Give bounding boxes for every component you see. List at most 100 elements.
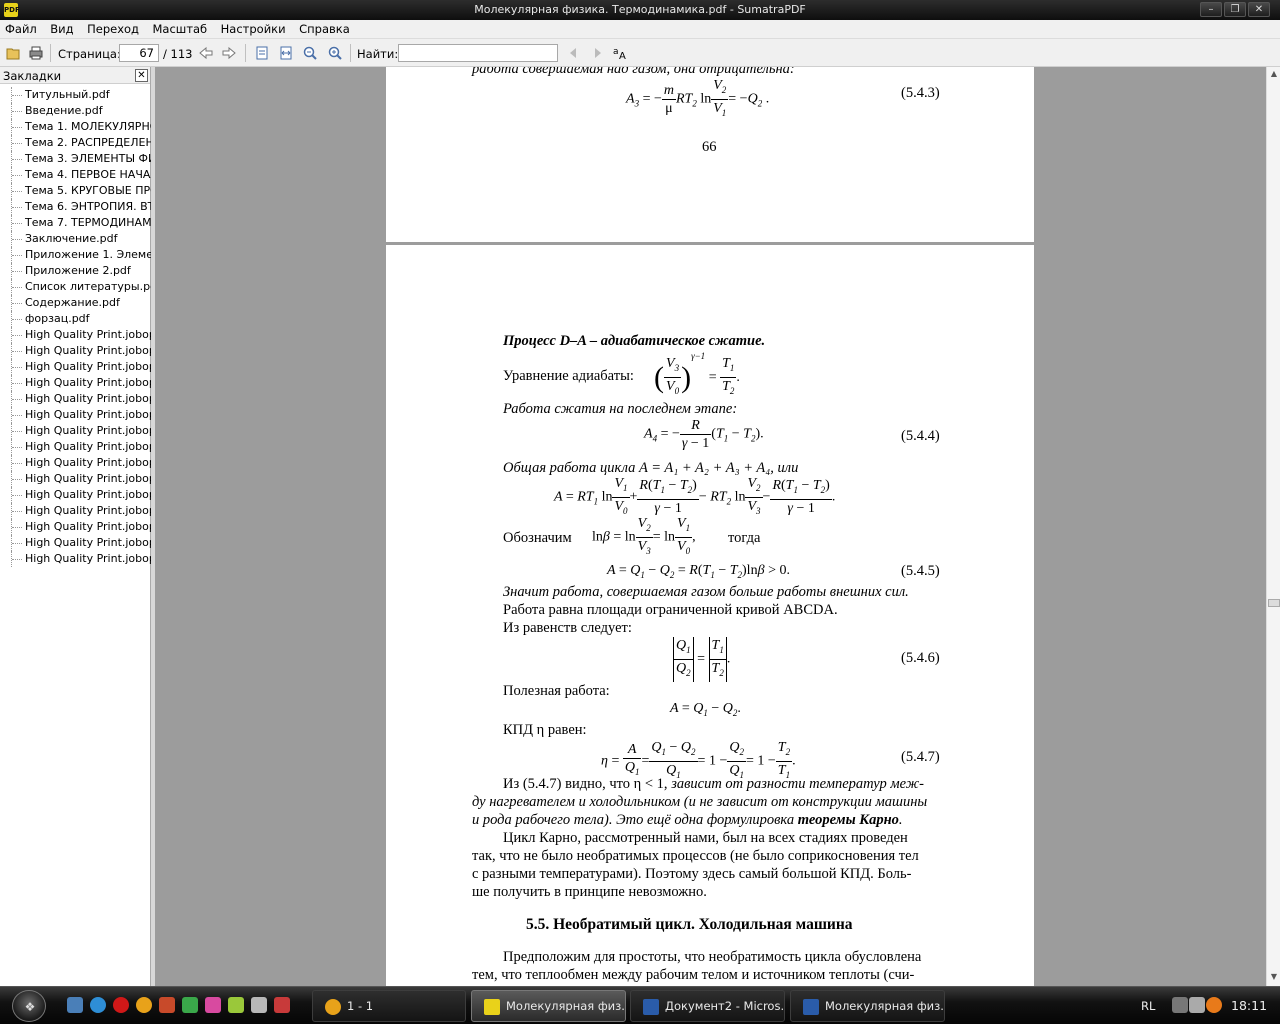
carnot-line-2: так, что не было необратимых процессов (… (472, 848, 919, 864)
bookmark-item[interactable]: High Quality Print.jobop (0, 503, 151, 519)
app-quicklaunch-icon[interactable] (159, 997, 175, 1013)
zoom-in-icon[interactable] (327, 45, 343, 61)
bookmark-item[interactable]: High Quality Print.jobop (0, 407, 151, 423)
utility-icon[interactable] (251, 997, 267, 1013)
sidebar-title: Закладки (3, 69, 62, 83)
bookmark-item[interactable]: High Quality Print.jobop (0, 487, 151, 503)
formula-useful: A = Q1 − Q2. (670, 701, 741, 718)
heading-process-da: Процесс D–A – адиабатическое сжатие. (503, 333, 766, 349)
open-file-icon[interactable] (5, 45, 21, 61)
scroll-down-icon[interactable]: ▼ (1268, 970, 1280, 984)
tray-network-icon[interactable] (1172, 997, 1188, 1013)
close-button[interactable]: ✕ (1248, 2, 1270, 17)
bookmark-item[interactable]: High Quality Print.jobop (0, 343, 151, 359)
find-input[interactable] (398, 44, 558, 62)
bookmark-item[interactable]: Титульный.pdf (0, 87, 151, 103)
bookmark-item[interactable]: Тема 4. ПЕРВОЕ НАЧАЛ (0, 167, 151, 183)
formula-adiabat: (V3 V0)γ−1 = T1 T2. (654, 351, 740, 397)
bookmark-item[interactable]: High Quality Print.jobop (0, 455, 151, 471)
then-label: тогда (728, 530, 761, 546)
area-text: Работа равна площади ограниченной кривой… (503, 602, 838, 618)
media-icon[interactable] (205, 997, 221, 1013)
bookmark-item[interactable]: High Quality Print.jobop (0, 519, 151, 535)
task-word-document2[interactable]: Документ2 - Micros... (630, 990, 785, 1022)
bookmark-item[interactable]: High Quality Print.jobop (0, 391, 151, 407)
bookmark-item[interactable]: Тема 7. ТЕРМОДИНАМИ (0, 215, 151, 231)
minimize-button[interactable]: – (1200, 2, 1222, 17)
print-icon[interactable] (28, 45, 44, 61)
clock[interactable]: 18:11 (1231, 987, 1267, 1024)
show-desktop-icon[interactable] (67, 997, 83, 1013)
aimp-quicklaunch-icon[interactable] (136, 997, 152, 1013)
bookmark-item[interactable]: Приложение 1. Элемен (0, 247, 151, 263)
task-sumatra[interactable]: Молекулярная физ... (471, 990, 626, 1022)
match-case-icon[interactable]: aA (612, 45, 628, 61)
bookmark-item[interactable]: Содержание.pdf (0, 295, 151, 311)
vertical-scrollbar[interactable]: ▲ ▼ (1266, 67, 1280, 986)
tool-icon[interactable] (228, 997, 244, 1013)
zoom-out-icon[interactable] (302, 45, 318, 61)
sidebar-header: Закладки ✕ (0, 67, 150, 84)
bookmark-item[interactable]: Список литературы.pdf (0, 279, 151, 295)
ie-icon[interactable] (90, 997, 106, 1013)
menu-file[interactable]: Файл (0, 20, 42, 37)
bookmark-item[interactable]: High Quality Print.jobop (0, 423, 151, 439)
bookmark-item[interactable]: Приложение 2.pdf (0, 263, 151, 279)
aimp-icon (325, 999, 341, 1015)
start-button[interactable]: ❖ (12, 990, 46, 1022)
page-number-input[interactable]: 67 (119, 44, 159, 62)
svg-text:a: a (613, 47, 619, 57)
next-page-icon[interactable] (221, 45, 237, 61)
menu-help[interactable]: Справка (294, 20, 355, 37)
prev-page-icon[interactable] (198, 45, 214, 61)
menu-bar: Файл Вид Переход Масштаб Настройки Справ… (0, 20, 1280, 39)
bookmark-item[interactable]: High Quality Print.jobop (0, 439, 151, 455)
task-word-molecular[interactable]: Молекулярная физ... (790, 990, 945, 1022)
formula-543: A3 = − m μ RT2 ln V2 V1 = −Q2 . (626, 78, 770, 118)
opera-icon[interactable] (113, 997, 129, 1013)
denote-label: Обозначим (503, 530, 572, 546)
bookmark-item[interactable]: Введение.pdf (0, 103, 151, 119)
fit-page-icon[interactable] (254, 45, 270, 61)
scroll-up-icon[interactable]: ▲ (1268, 67, 1280, 81)
bookmark-item[interactable]: High Quality Print.jobop (0, 551, 151, 567)
toolbar-separator (245, 44, 246, 62)
bookmark-item[interactable]: Тема 6. ЭНТРОПИЯ. ВТО (0, 199, 151, 215)
menu-view[interactable]: Вид (45, 20, 78, 37)
bookmark-item[interactable]: High Quality Print.jobop (0, 535, 151, 551)
save-icon[interactable] (274, 997, 290, 1013)
carnot-line-4: ше получить в принципе невозможно. (472, 884, 707, 900)
pdf-page-66: работа совершаемая над газом, она отрица… (386, 67, 1034, 242)
bookmark-item[interactable]: Тема 5. КРУГОВЫЕ ПРО (0, 183, 151, 199)
bookmark-item[interactable]: форзац.pdf (0, 311, 151, 327)
tray-app-icon[interactable] (1206, 997, 1222, 1013)
volume-icon[interactable] (1189, 997, 1205, 1013)
bookmark-item[interactable]: Тема 1. МОЛЕКУЛЯРНО- (0, 119, 151, 135)
menu-go[interactable]: Переход (82, 20, 144, 37)
task-aimp[interactable]: 1 - 1 (312, 990, 466, 1022)
toolbar-separator (350, 44, 351, 62)
maximize-button[interactable]: ❐ (1224, 2, 1246, 17)
conclusion-line-3: и рода рабочего тела). Это ещё одна форм… (472, 812, 903, 828)
page-total: / 113 (163, 47, 193, 61)
bookmark-item[interactable]: High Quality Print.jobop (0, 375, 151, 391)
bookmark-item[interactable]: Тема 2. РАСПРЕДЕЛЕНИ (0, 135, 151, 151)
page-label: Страница: (58, 47, 121, 61)
network-icon[interactable] (182, 997, 198, 1013)
windows-logo-icon: ❖ (24, 1000, 36, 1014)
sidebar-close-icon[interactable]: ✕ (135, 69, 148, 82)
language-indicator[interactable]: RL (1141, 987, 1155, 1024)
sumatra-icon (484, 999, 500, 1015)
bookmark-item[interactable]: High Quality Print.jobop (0, 327, 151, 343)
bookmark-item[interactable]: High Quality Print.jobop (0, 359, 151, 375)
bookmark-item[interactable]: Тема 3. ЭЛЕМЕНТЫ ФИЗ (0, 151, 151, 167)
find-prev-icon[interactable] (566, 45, 582, 61)
document-canvas[interactable]: работа совершаемая над газом, она отрица… (155, 67, 1266, 986)
find-next-icon[interactable] (589, 45, 605, 61)
fit-width-icon[interactable] (278, 45, 294, 61)
scroll-thumb[interactable] (1268, 599, 1280, 607)
bookmark-item[interactable]: Заключение.pdf (0, 231, 151, 247)
bookmark-item[interactable]: High Quality Print.jobop (0, 471, 151, 487)
menu-zoom[interactable]: Масштаб (148, 20, 213, 37)
menu-settings[interactable]: Настройки (216, 20, 291, 37)
